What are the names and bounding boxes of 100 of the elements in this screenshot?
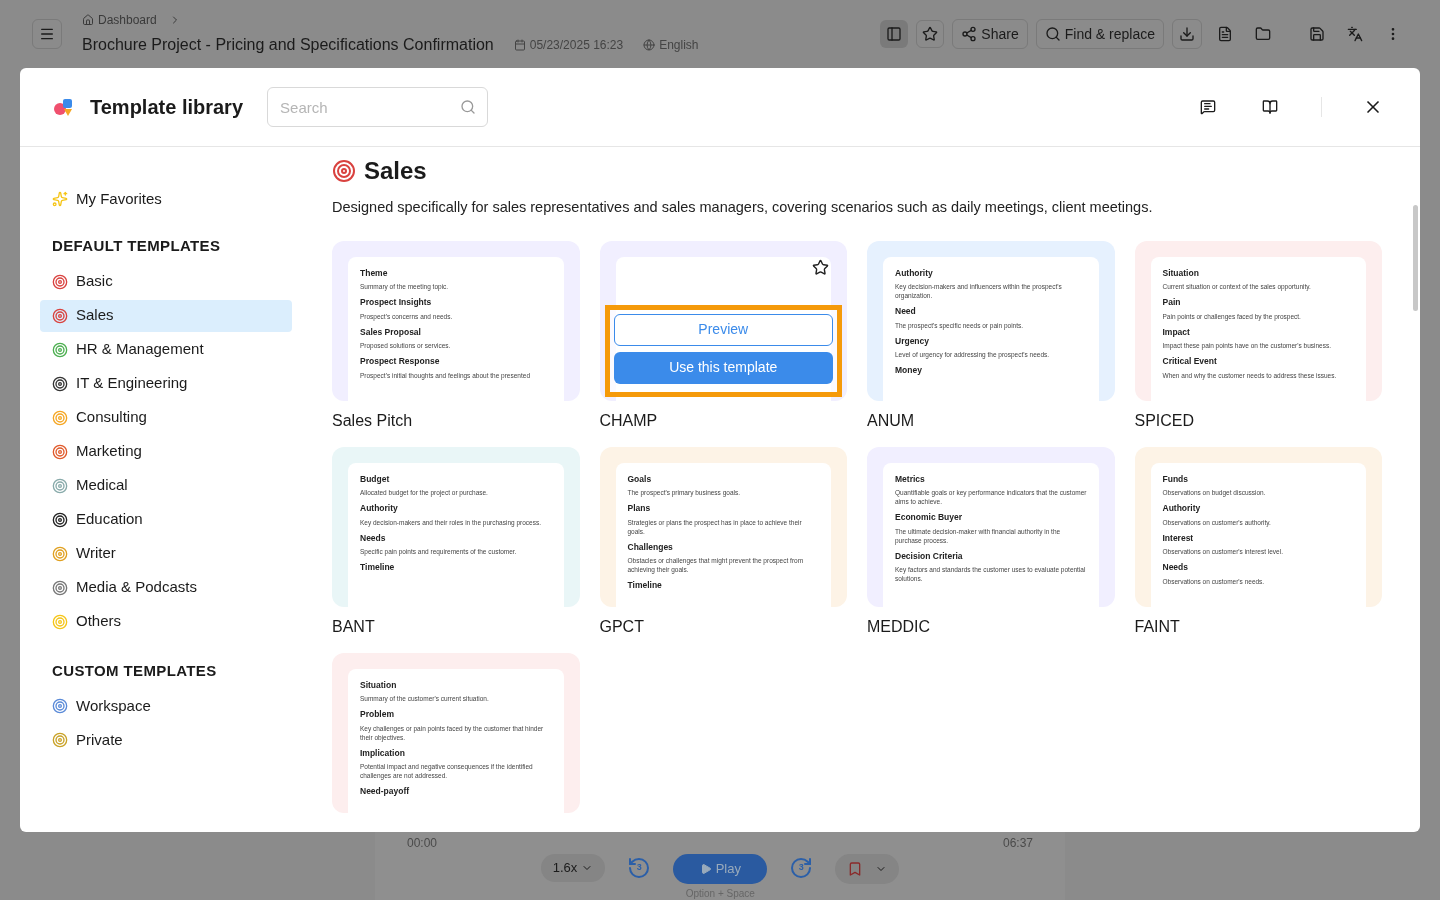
section-heading: Need-payoff: [360, 787, 411, 796]
menu-icon: [39, 26, 55, 42]
message-icon: [1200, 99, 1216, 115]
template-name: SPICED: [1134, 410, 1196, 431]
target-icon: [52, 545, 68, 562]
total-duration: 06:37: [1002, 835, 1033, 852]
sidebar-item[interactable]: Medical: [40, 469, 292, 502]
target-icon: [52, 307, 68, 324]
section-heading: Urgency: [895, 336, 930, 346]
sidebar-item[interactable]: HR & Management: [40, 333, 292, 366]
template-name: CHAMP: [599, 410, 659, 431]
section-heading: Interest: [1162, 533, 1195, 543]
search-icon: [460, 99, 477, 115]
target-icon: [52, 732, 68, 748]
sidebar-item[interactable]: Media & Podcasts: [40, 571, 292, 604]
find-replace-button[interactable]: Find & replace: [1035, 19, 1164, 49]
template-name: GPCT: [599, 616, 645, 637]
forward-icon: [789, 856, 814, 880]
favorite-star-icon[interactable]: [812, 258, 829, 276]
section-heading: Need: [895, 307, 917, 316]
section-heading: Needs: [360, 533, 387, 543]
section-heading: Timeline: [627, 581, 663, 590]
section-heading: Timeline: [360, 563, 396, 572]
share-icon: [961, 26, 978, 42]
target-icon: [52, 613, 68, 630]
sidebar-item[interactable]: Basic: [40, 265, 292, 298]
sidebar-item[interactable]: Workspace: [40, 690, 292, 722]
section-heading: Plans: [627, 504, 652, 513]
star-button[interactable]: [916, 20, 945, 48]
section-heading: Goals: [627, 474, 653, 484]
document-title: Brochure Project - Pricing and Specifications Confirmation: [82, 35, 494, 55]
document-icon: [1217, 26, 1233, 42]
rewind-icon: [627, 856, 652, 880]
folder-icon: [1255, 26, 1271, 42]
search-icon: [1044, 26, 1061, 42]
template-thumbnail[interactable]: Preview Use this template: [599, 240, 847, 401]
target-icon: [52, 579, 68, 596]
template-name: ANUM: [867, 410, 916, 431]
target-icon: [332, 159, 356, 183]
section-heading: Impact: [1162, 327, 1191, 337]
section-heading: Needs: [1162, 563, 1189, 572]
calendar-icon: [513, 39, 526, 51]
scrollbar-thumb[interactable]: [1413, 205, 1418, 311]
target-icon: [52, 341, 68, 358]
sidebar-item[interactable]: IT & Engineering: [40, 367, 292, 400]
section-heading: Sales Proposal: [360, 327, 422, 337]
preview-button[interactable]: Preview: [613, 313, 833, 346]
sidebar-item[interactable]: Marketing: [40, 435, 292, 468]
section-heading: Situation: [1162, 268, 1200, 278]
section-heading: DEFAULT TEMPLATES: [51, 236, 222, 256]
logo-icon: [52, 97, 74, 117]
section-heading: Prospect Response: [360, 357, 441, 366]
section-heading: Authority: [1162, 504, 1202, 513]
section-heading: CUSTOM TEMPLATES: [51, 660, 218, 681]
sidebar-item[interactable]: Consulting: [40, 401, 292, 434]
speed-selector[interactable]: 1.6x: [540, 854, 606, 882]
document-date: 05/23/2025 16:23: [529, 37, 624, 54]
sidebar-item[interactable]: Others: [40, 605, 292, 638]
bookmark-button[interactable]: [835, 854, 900, 884]
sidebar-item[interactable]: Sales: [40, 299, 292, 332]
target-icon: [52, 409, 68, 426]
sidebar-item[interactable]: Writer: [40, 537, 292, 570]
target-icon: [52, 273, 68, 290]
dialog-title: Template library: [90, 95, 244, 120]
globe-icon: [643, 39, 656, 51]
template-name: Sales Pitch: [332, 410, 414, 431]
book-icon: [1262, 99, 1278, 115]
section-heading: Budget: [360, 474, 391, 484]
section-heading: Prospect Insights: [360, 298, 433, 307]
sidebar-item[interactable]: Education: [40, 503, 292, 536]
category-title: Sales: [364, 156, 427, 186]
sidebar-toggle-button[interactable]: [880, 20, 909, 48]
target-icon: [52, 443, 68, 460]
section-heading: Implication: [360, 748, 406, 758]
download-icon: [1179, 26, 1195, 42]
section-heading: Authority: [895, 268, 934, 278]
sidebar-item[interactable]: Private: [40, 724, 292, 756]
star-icon: [922, 26, 939, 42]
section-heading: Economic Buyer: [895, 513, 964, 522]
sparkle-icon: [52, 191, 68, 207]
download-button[interactable]: [1172, 19, 1202, 49]
section-heading: Challenges: [627, 542, 674, 552]
section-heading: Theme: [360, 268, 389, 278]
share-button[interactable]: Share: [952, 19, 1028, 49]
target-icon: [52, 511, 68, 528]
target-icon: [52, 698, 68, 714]
target-icon: [52, 477, 68, 494]
search-field[interactable]: Search: [267, 87, 489, 127]
translate-icon: [1347, 26, 1363, 42]
section-heading: Problem: [360, 710, 395, 719]
section-heading: Situation: [360, 680, 398, 690]
menu-button[interactable]: [32, 19, 62, 49]
language-label: English: [659, 37, 699, 54]
template-thumbnail[interactable]: [599, 446, 847, 607]
home-icon: [82, 14, 94, 26]
section-heading: Funds: [1162, 474, 1189, 484]
sidebar-item[interactable]: My Favorites: [40, 183, 292, 215]
section-heading: Money: [895, 366, 923, 375]
target-icon: [52, 375, 68, 392]
panel-icon: [886, 26, 903, 42]
